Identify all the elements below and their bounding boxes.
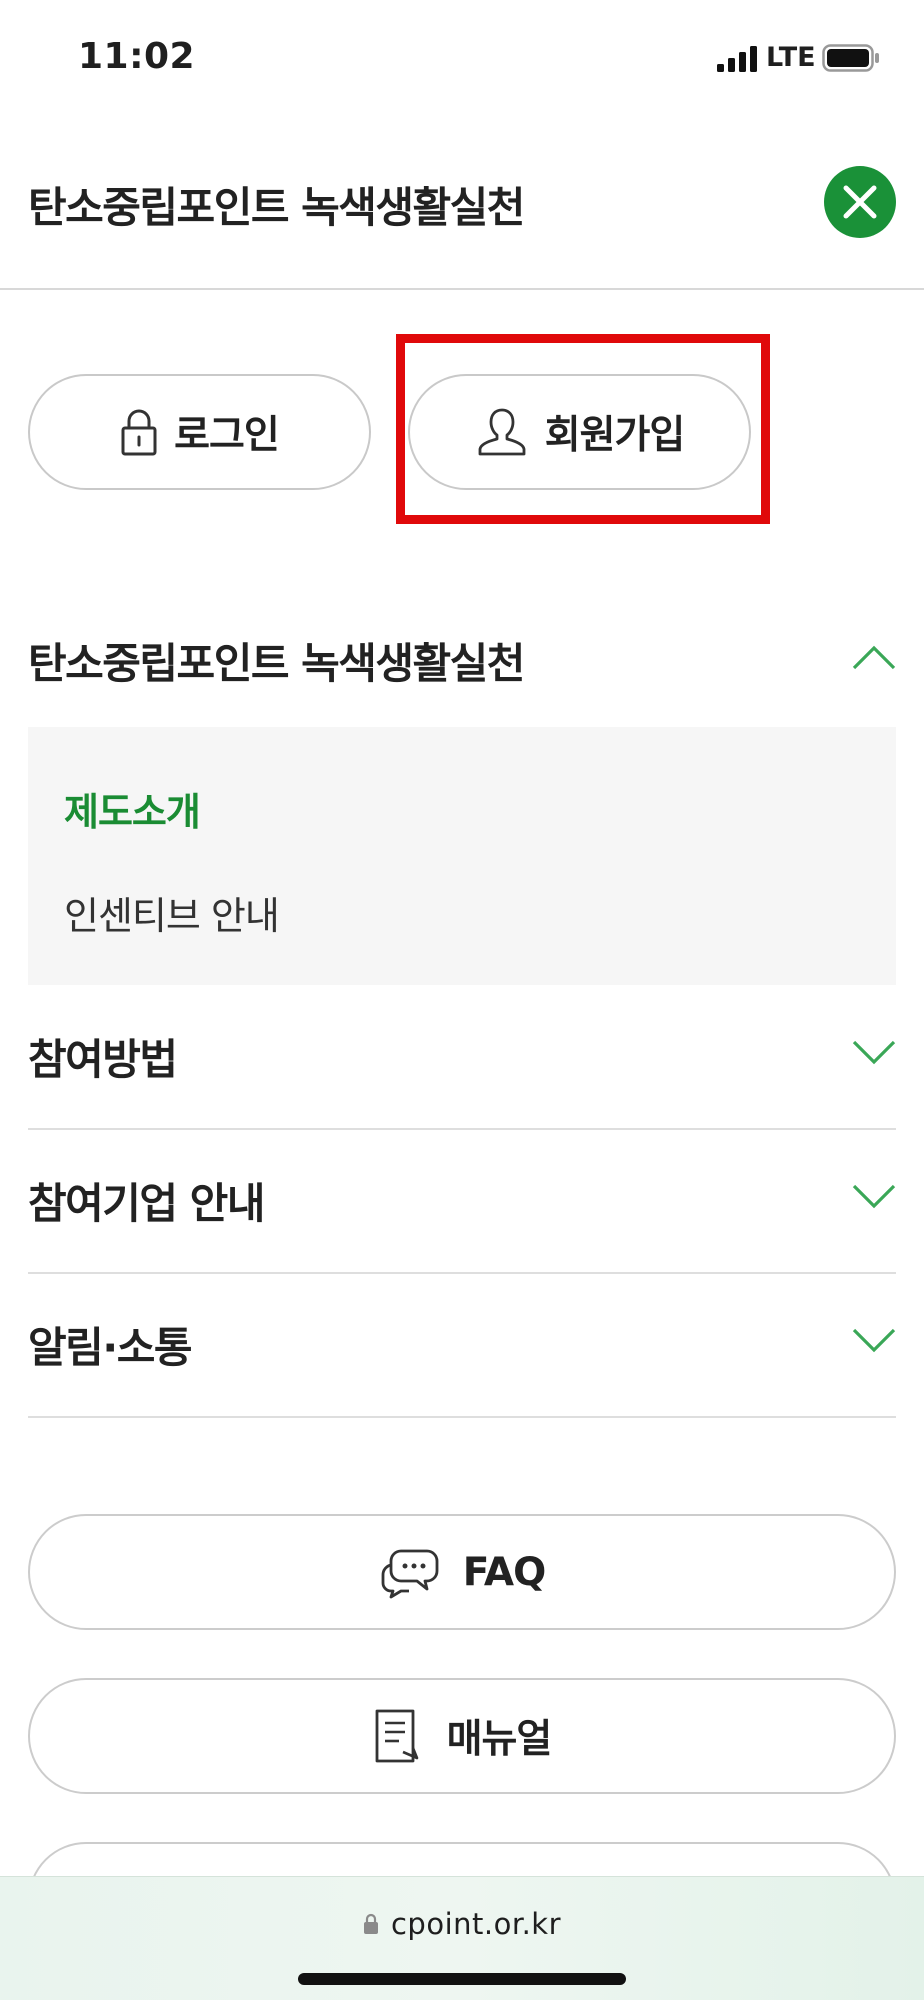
home-indicator [298, 1973, 626, 1985]
status-time: 11:02 [78, 36, 196, 77]
battery-icon [822, 44, 879, 72]
menu-section-carbon-neutral[interactable]: 탄소중립포인트 녹색생활실천 [28, 604, 896, 714]
submenu: 제도소개 인센티브 안내 [28, 727, 896, 985]
login-label: 로그인 [174, 413, 280, 458]
close-menu-button[interactable] [824, 166, 896, 238]
signup-button[interactable]: 회원가입 [408, 374, 751, 490]
lock-icon [363, 1913, 378, 1934]
status-bar: 11:02 LTE [0, 0, 924, 118]
page: 11:02 LTE 탄소중립포인트 녹색생활실천 로그인 회원가입 탄소중립포인… [0, 0, 924, 2000]
menu-section-companies[interactable]: 참여기업 안내 [28, 1144, 896, 1254]
signal-icon [717, 46, 757, 72]
menu-header: 탄소중립포인트 녹색생활실천 [0, 118, 924, 290]
url-container: cpoint.or.kr [0, 1907, 924, 1941]
manual-button[interactable]: 매뉴얼 [28, 1678, 896, 1794]
section-title: 참여기업 안내 [28, 1179, 265, 1228]
manual-label: 매뉴얼 [446, 1717, 553, 1762]
faq-button[interactable]: FAQ [28, 1514, 896, 1630]
chevron-up-icon [852, 645, 896, 670]
section-title: 탄소중립포인트 녹색생활실천 [28, 639, 525, 688]
submenu-item-incentive[interactable]: 인센티브 안내 [64, 885, 280, 940]
signup-label: 회원가입 [544, 413, 686, 458]
lock-icon [121, 409, 157, 456]
chevron-down-icon [852, 1184, 896, 1209]
person-icon [478, 408, 526, 456]
faq-label: FAQ [462, 1549, 547, 1595]
menu-section-notice[interactable]: 알림·소통 [28, 1288, 896, 1398]
menu-section-participation[interactable]: 참여방법 [28, 1000, 896, 1110]
divider [28, 1128, 896, 1130]
chevron-down-icon [852, 1328, 896, 1353]
network-type: LTE [766, 42, 816, 73]
chat-bubbles-icon [381, 1549, 439, 1599]
section-title: 참여방법 [28, 1035, 178, 1084]
divider [28, 1416, 896, 1418]
section-title: 알림·소통 [28, 1323, 193, 1372]
submenu-item-introduction[interactable]: 제도소개 [64, 781, 201, 836]
divider [28, 1272, 896, 1274]
browser-url-bar[interactable]: cpoint.or.kr [0, 1876, 924, 2000]
site-title: 탄소중립포인트 녹색생활실천 [28, 183, 525, 232]
chevron-down-icon [852, 1040, 896, 1065]
close-icon [843, 185, 877, 219]
document-icon [375, 1709, 418, 1763]
url-text: cpoint.or.kr [390, 1907, 562, 1941]
login-button[interactable]: 로그인 [28, 374, 371, 490]
